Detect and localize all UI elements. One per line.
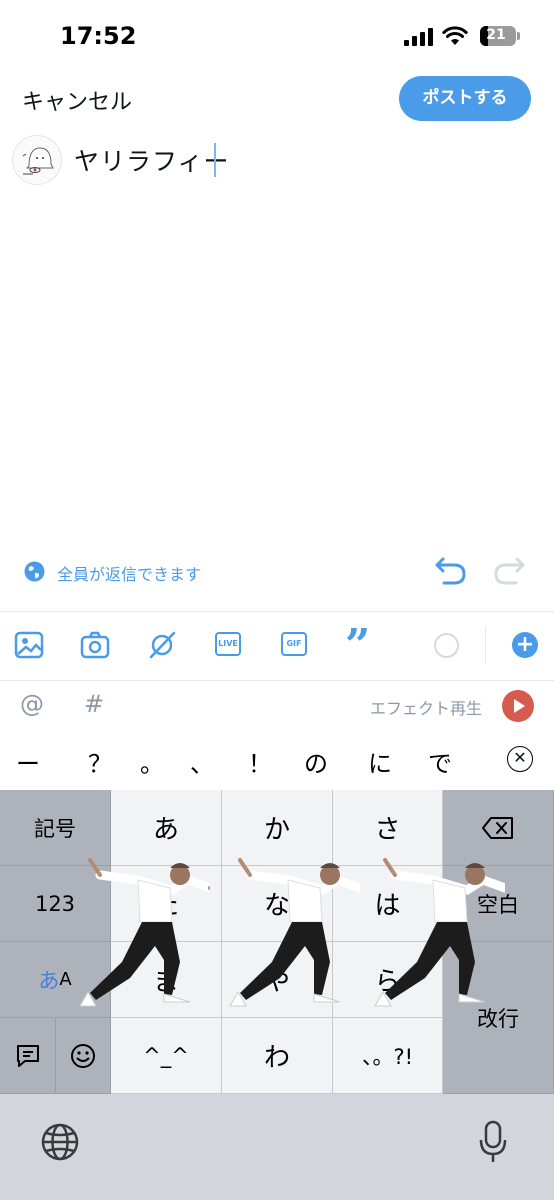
redo-icon[interactable] <box>492 555 526 587</box>
post-button[interactable]: ポストする <box>399 76 531 121</box>
candidate-item[interactable]: 、 <box>190 744 214 779</box>
message-key[interactable] <box>0 1018 56 1094</box>
emoji-icon <box>71 1043 95 1068</box>
wifi-icon <box>442 26 468 45</box>
divider <box>0 680 554 681</box>
image-icon[interactable] <box>14 630 44 660</box>
backspace-icon <box>482 816 513 839</box>
quote-icon[interactable]: ” <box>345 624 370 668</box>
candidate-item[interactable]: に <box>368 744 392 779</box>
globe-keyboard-switch-icon[interactable] <box>40 1122 80 1162</box>
battery-icon: 21 <box>480 26 516 46</box>
kana-mode-label: あ <box>38 968 60 993</box>
message-icon <box>16 1044 39 1067</box>
play-icon[interactable] <box>502 690 534 722</box>
live-icon[interactable]: LIVE <box>215 632 241 656</box>
effect-play-label[interactable]: エフェクト再生 <box>370 695 482 719</box>
candidate-item[interactable]: ！ <box>248 744 272 779</box>
keyboard-bottom-bar <box>0 1094 554 1200</box>
globe-icon[interactable] <box>24 561 45 582</box>
reply-setting-label[interactable]: 全員が返信できます <box>57 561 201 585</box>
toolbar-separator <box>485 626 486 664</box>
add-thread-button[interactable]: + <box>512 632 538 658</box>
battery-tip <box>517 32 520 40</box>
undo-icon[interactable] <box>434 555 468 587</box>
char-count-ring <box>434 633 459 658</box>
hashtag-button[interactable]: # <box>84 690 104 718</box>
candidate-item[interactable]: ？ <box>88 744 112 779</box>
status-time: 17:52 <box>60 22 137 50</box>
dancer-sticker <box>374 858 505 1007</box>
prediction-candidates: ー ？ 。 、 ！ の に で ✕ <box>0 732 554 790</box>
candidate-item[interactable]: 。 <box>140 744 164 779</box>
microphone-icon[interactable] <box>478 1120 508 1164</box>
cellular-signal-icon <box>404 28 434 46</box>
dancer-sticker <box>229 858 360 1007</box>
candidate-item[interactable]: の <box>304 744 328 779</box>
battery-level: 21 <box>486 27 506 43</box>
text-caret <box>214 143 216 177</box>
mention-button[interactable]: @ <box>20 690 44 718</box>
media-toolbar: LIVE GIF ” + <box>0 612 554 680</box>
status-bar: 17:52 21 <box>0 0 554 72</box>
no-signal-icon[interactable] <box>147 630 177 660</box>
avatar[interactable] <box>12 135 62 185</box>
candidate-item[interactable]: で <box>428 744 452 779</box>
dancer-sticker <box>79 858 210 1007</box>
gif-icon[interactable]: GIF <box>281 632 307 656</box>
camera-icon[interactable] <box>80 630 110 660</box>
candidate-item[interactable]: ー <box>16 744 40 779</box>
close-candidates-icon[interactable]: ✕ <box>507 746 533 772</box>
compose-textarea[interactable]: ヤリラフィー <box>74 142 230 178</box>
cancel-button[interactable]: キャンセル <box>22 84 132 116</box>
avatar-ghost-icon <box>22 147 54 175</box>
kana-keyboard: 記号 あ か さ 123 た な は 空白 あA ま や ら 改行 ^_^ わ … <box>0 790 554 1094</box>
